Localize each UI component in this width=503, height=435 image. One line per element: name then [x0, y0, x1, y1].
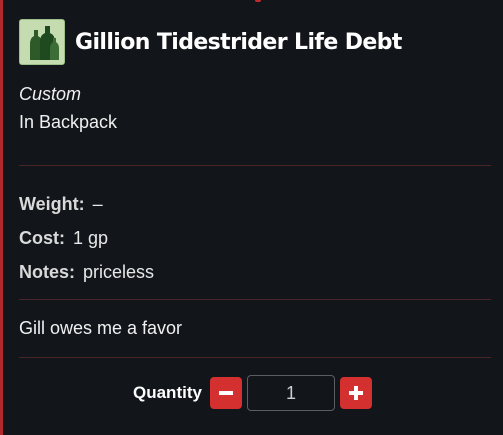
- cost-label: Cost:: [19, 228, 65, 248]
- weight-label: Weight:: [19, 194, 85, 214]
- cost-row: Cost: 1 gp: [19, 228, 108, 249]
- plus-icon: [348, 386, 363, 400]
- item-subtype: Custom: [19, 84, 82, 104]
- quantity-increment-button[interactable]: [339, 377, 372, 409]
- divider: [19, 357, 491, 358]
- item-description: Gill owes me a favor: [19, 318, 183, 338]
- divider: [19, 299, 491, 300]
- notes-row: Notes: priceless: [19, 262, 154, 283]
- notes-label: Notes:: [19, 262, 76, 282]
- divider: [19, 165, 491, 166]
- minus-icon: [218, 391, 233, 395]
- left-accent-bar: [0, 0, 3, 435]
- item-title: Gillion Tidestrider Life Debt: [75, 29, 402, 55]
- weight-row: Weight: –: [19, 194, 103, 215]
- item-location: In Backpack: [19, 112, 118, 132]
- item-header: Gillion Tidestrider Life Debt: [19, 18, 402, 66]
- cost-value: 1 gp: [73, 228, 109, 248]
- green-bottles-icon: [19, 19, 65, 65]
- quantity-label: Quantity: [133, 383, 202, 402]
- top-indicator: [255, 0, 261, 2]
- quantity-control: Quantity: [133, 374, 372, 412]
- quantity-decrement-button[interactable]: [209, 377, 242, 409]
- weight-value: –: [92, 194, 103, 214]
- quantity-input[interactable]: [246, 375, 335, 411]
- notes-value: priceless: [83, 262, 155, 282]
